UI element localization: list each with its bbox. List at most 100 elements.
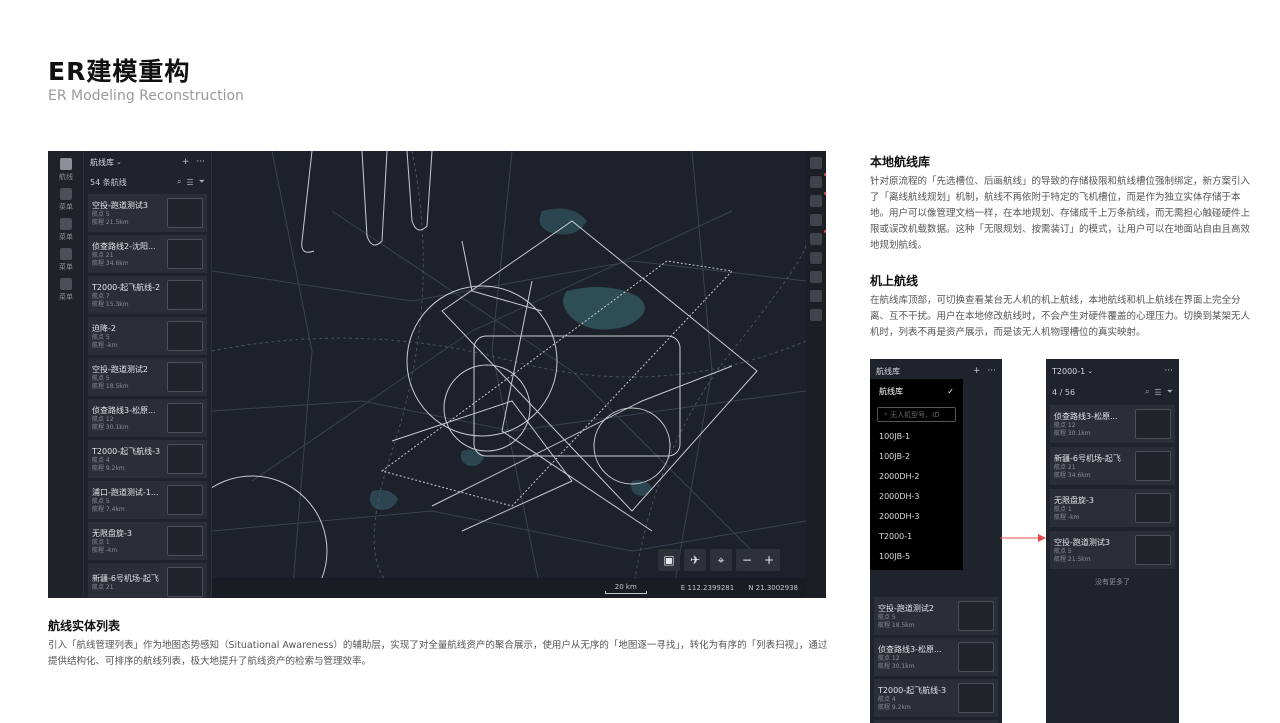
chevron-down-icon[interactable]: ⌄ <box>116 158 122 166</box>
route-card[interactable]: 空投-跑道测试2 航点 5 航程 18.5km <box>874 597 998 635</box>
route-card[interactable]: 新疆-6号机场-起飞 航点 21 航程 34.6km <box>1050 447 1175 485</box>
route-card[interactable]: 无限盘旋-3 航点 1 航程 -km <box>1050 489 1175 527</box>
route-card[interactable]: 空投-跑道测试2 航点 5 航程 18.5km <box>88 358 207 396</box>
aircraft-button[interactable]: ✈ <box>684 549 706 571</box>
route-thumbnail <box>1135 535 1171 565</box>
sort-icon[interactable]: ☰ <box>1154 388 1161 397</box>
route-thumbnail <box>1135 493 1171 523</box>
dropdown-item[interactable]: T2000-1 <box>870 526 963 546</box>
scale-bar: 20 km <box>604 583 647 594</box>
route-card[interactable]: 侦查路线3-松原... 航点 12 航程 30.1km <box>88 399 207 437</box>
route-points: 航点 5 <box>1054 547 1072 555</box>
route-distance: 航程 15.3km <box>92 300 129 308</box>
route-distance: 航程 30.1km <box>92 423 129 431</box>
route-info: T2000-起飞航线-3 航点 4 航程 9.2km <box>878 685 958 712</box>
route-info: 侦查路线2-沈阳... 航点 21 航程 34.6km <box>92 241 167 268</box>
route-thumbnail <box>167 403 203 433</box>
page-subtitle: ER Modeling Reconstruction <box>48 88 244 104</box>
library-count-row: 54 条航线 ⌕ ☰ ⏷ <box>84 173 211 191</box>
route-card[interactable]: 迫降-2 航点 5 航程 -km <box>88 317 207 355</box>
tool-icon[interactable] <box>810 230 826 245</box>
menu-icon <box>60 248 72 260</box>
route-library-panel: 航线库 ⌄ + ··· 54 条航线 ⌕ ☰ ⏷ 空投-跑道测试3 航点 5 航程 … <box>84 151 212 598</box>
route-card[interactable]: 空投-跑道测试3 航点 5 航程 21.5km <box>1050 531 1175 569</box>
route-distance: 航程 30.1km <box>1054 429 1091 437</box>
rail-label: 航线 <box>59 173 73 181</box>
tool-icon[interactable] <box>810 214 822 226</box>
zoom-out-button[interactable]: − <box>736 549 758 571</box>
rail-item-menu[interactable]: 菜单 <box>48 245 84 275</box>
route-list: 空投-跑道测试2 航点 5 航程 18.5km 侦查路线3-松原... 航点 12 航程 … <box>870 597 1002 723</box>
route-card[interactable]: 无限盘旋-3 航点 1 航程 -km <box>88 522 207 560</box>
rail-item-menu[interactable]: 菜单 <box>48 275 84 305</box>
search-icon[interactable]: ⌕ <box>1145 387 1149 397</box>
route-card[interactable]: 侦查路线2-沈阳... 航点 21 航程 34.6km <box>88 235 207 273</box>
route-list: 空投-跑道测试3 航点 5 航程 21.5km 侦查路线2-沈阳... 航点 21 航程 … <box>84 194 211 598</box>
aircraft-header: T2000-1 ⌄ ··· <box>1046 359 1179 383</box>
tool-icon[interactable] <box>810 290 822 302</box>
route-info: 新疆-6号机场-起飞 航点 21 <box>92 573 167 592</box>
aircraft-switcher[interactable]: T2000-1 <box>1052 367 1085 376</box>
route-card[interactable]: 侦查路线3-松原... 航点 12 航程 30.1km <box>874 638 998 676</box>
route-info: 空投-跑道测试3 航点 5 航程 21.5km <box>1054 537 1135 564</box>
filter-icon[interactable]: ⏷ <box>199 177 205 187</box>
tool-icon[interactable] <box>810 309 822 321</box>
dropdown-item[interactable]: 100JB-2 <box>870 446 963 466</box>
dropdown-selected-row[interactable]: 航线库 ✓ <box>870 379 963 403</box>
zoom-controls: − + <box>736 549 780 571</box>
rail-label: 菜单 <box>59 263 73 271</box>
chevron-down-icon[interactable]: ⌄ <box>1087 367 1093 375</box>
dropdown-item[interactable]: 100JB-1 <box>870 426 963 446</box>
page: ER建模重构 ER Modeling Reconstruction 航线 菜单 … <box>0 0 1280 723</box>
dropdown-search-input[interactable]: ⌕ 无人机型号、ID <box>877 407 956 422</box>
route-info: 新疆-6号机场-起飞 航点 21 航程 34.6km <box>1054 453 1135 480</box>
route-card[interactable]: 浦口-跑道测试-1... 航点 5 航程 7.4km <box>88 481 207 519</box>
dropdown-item[interactable]: 2000DH-3 <box>870 506 963 526</box>
sort-icon[interactable]: ☰ <box>186 178 193 187</box>
route-points: 航点 12 <box>878 654 900 662</box>
rail-item-routes[interactable]: 航线 <box>48 155 84 185</box>
more-icon[interactable]: ··· <box>1164 366 1173 376</box>
tool-icon[interactable] <box>810 157 822 169</box>
route-name: T2000-起飞航线-3 <box>878 685 947 695</box>
rail-item-menu[interactable]: 菜单 <box>48 185 84 215</box>
section-heading: 机上航线 <box>870 274 919 288</box>
search-placeholder: 无人机型号、ID <box>890 410 940 419</box>
tool-icon[interactable] <box>810 192 826 207</box>
route-distance: 航程 18.5km <box>878 621 915 629</box>
route-card[interactable]: T2000-起飞航线-3 航点 4 航程 9.2km <box>88 440 207 478</box>
map-controls: ▣ ✈ ⌖ − + <box>658 549 780 571</box>
more-icon[interactable]: ··· <box>987 366 996 376</box>
route-card[interactable]: T2000-起飞航线-3 航点 4 航程 9.2km <box>874 679 998 717</box>
search-icon[interactable]: ⌕ <box>177 177 181 187</box>
add-icon[interactable]: + <box>973 366 981 376</box>
more-icon[interactable]: ··· <box>196 157 205 167</box>
library-switcher[interactable]: 航线库 <box>90 157 114 168</box>
route-thumbnail <box>958 683 994 713</box>
add-icon[interactable]: + <box>182 157 190 167</box>
zoom-in-button[interactable]: + <box>758 549 780 571</box>
route-name: 侦查路线3-松原... <box>1054 411 1118 421</box>
route-info: 空投-跑道测试2 航点 5 航程 18.5km <box>878 603 958 630</box>
rail-item-menu[interactable]: 菜单 <box>48 215 84 245</box>
water-area <box>369 490 398 510</box>
route-card[interactable]: 新疆-6号机场-起飞 航点 21 <box>88 563 207 598</box>
map-view[interactable]: ▣ ✈ ⌖ − + <box>176 151 807 598</box>
toolbox-button[interactable]: ▣ <box>658 549 680 571</box>
dropdown-item[interactable]: 2000DH-2 <box>870 466 963 486</box>
route-thumbnail <box>167 280 203 310</box>
filter-icon[interactable]: ⏷ <box>1167 387 1173 397</box>
tool-icon[interactable] <box>810 252 822 264</box>
tool-icon[interactable] <box>810 173 826 188</box>
route-points: 航点 21 <box>92 251 114 259</box>
library-switcher[interactable]: 航线库 <box>876 366 900 377</box>
route-name: 无限盘旋-3 <box>1054 495 1094 505</box>
route-card[interactable]: T2000-起飞航线-2 航点 7 航程 15.3km <box>88 276 207 314</box>
dropdown-item[interactable]: 100JB-5 <box>870 546 963 566</box>
tool-icon[interactable] <box>810 271 822 283</box>
route-card[interactable]: 侦查路线3-松原... 航点 12 航程 30.1km <box>1050 405 1175 443</box>
nav-rail: 航线 菜单 菜单 菜单 菜单 <box>48 151 84 598</box>
locate-button[interactable]: ⌖ <box>710 549 732 571</box>
dropdown-item[interactable]: 2000DH-3 <box>870 486 963 506</box>
route-card[interactable]: 空投-跑道测试3 航点 5 航程 21.5km <box>88 194 207 232</box>
